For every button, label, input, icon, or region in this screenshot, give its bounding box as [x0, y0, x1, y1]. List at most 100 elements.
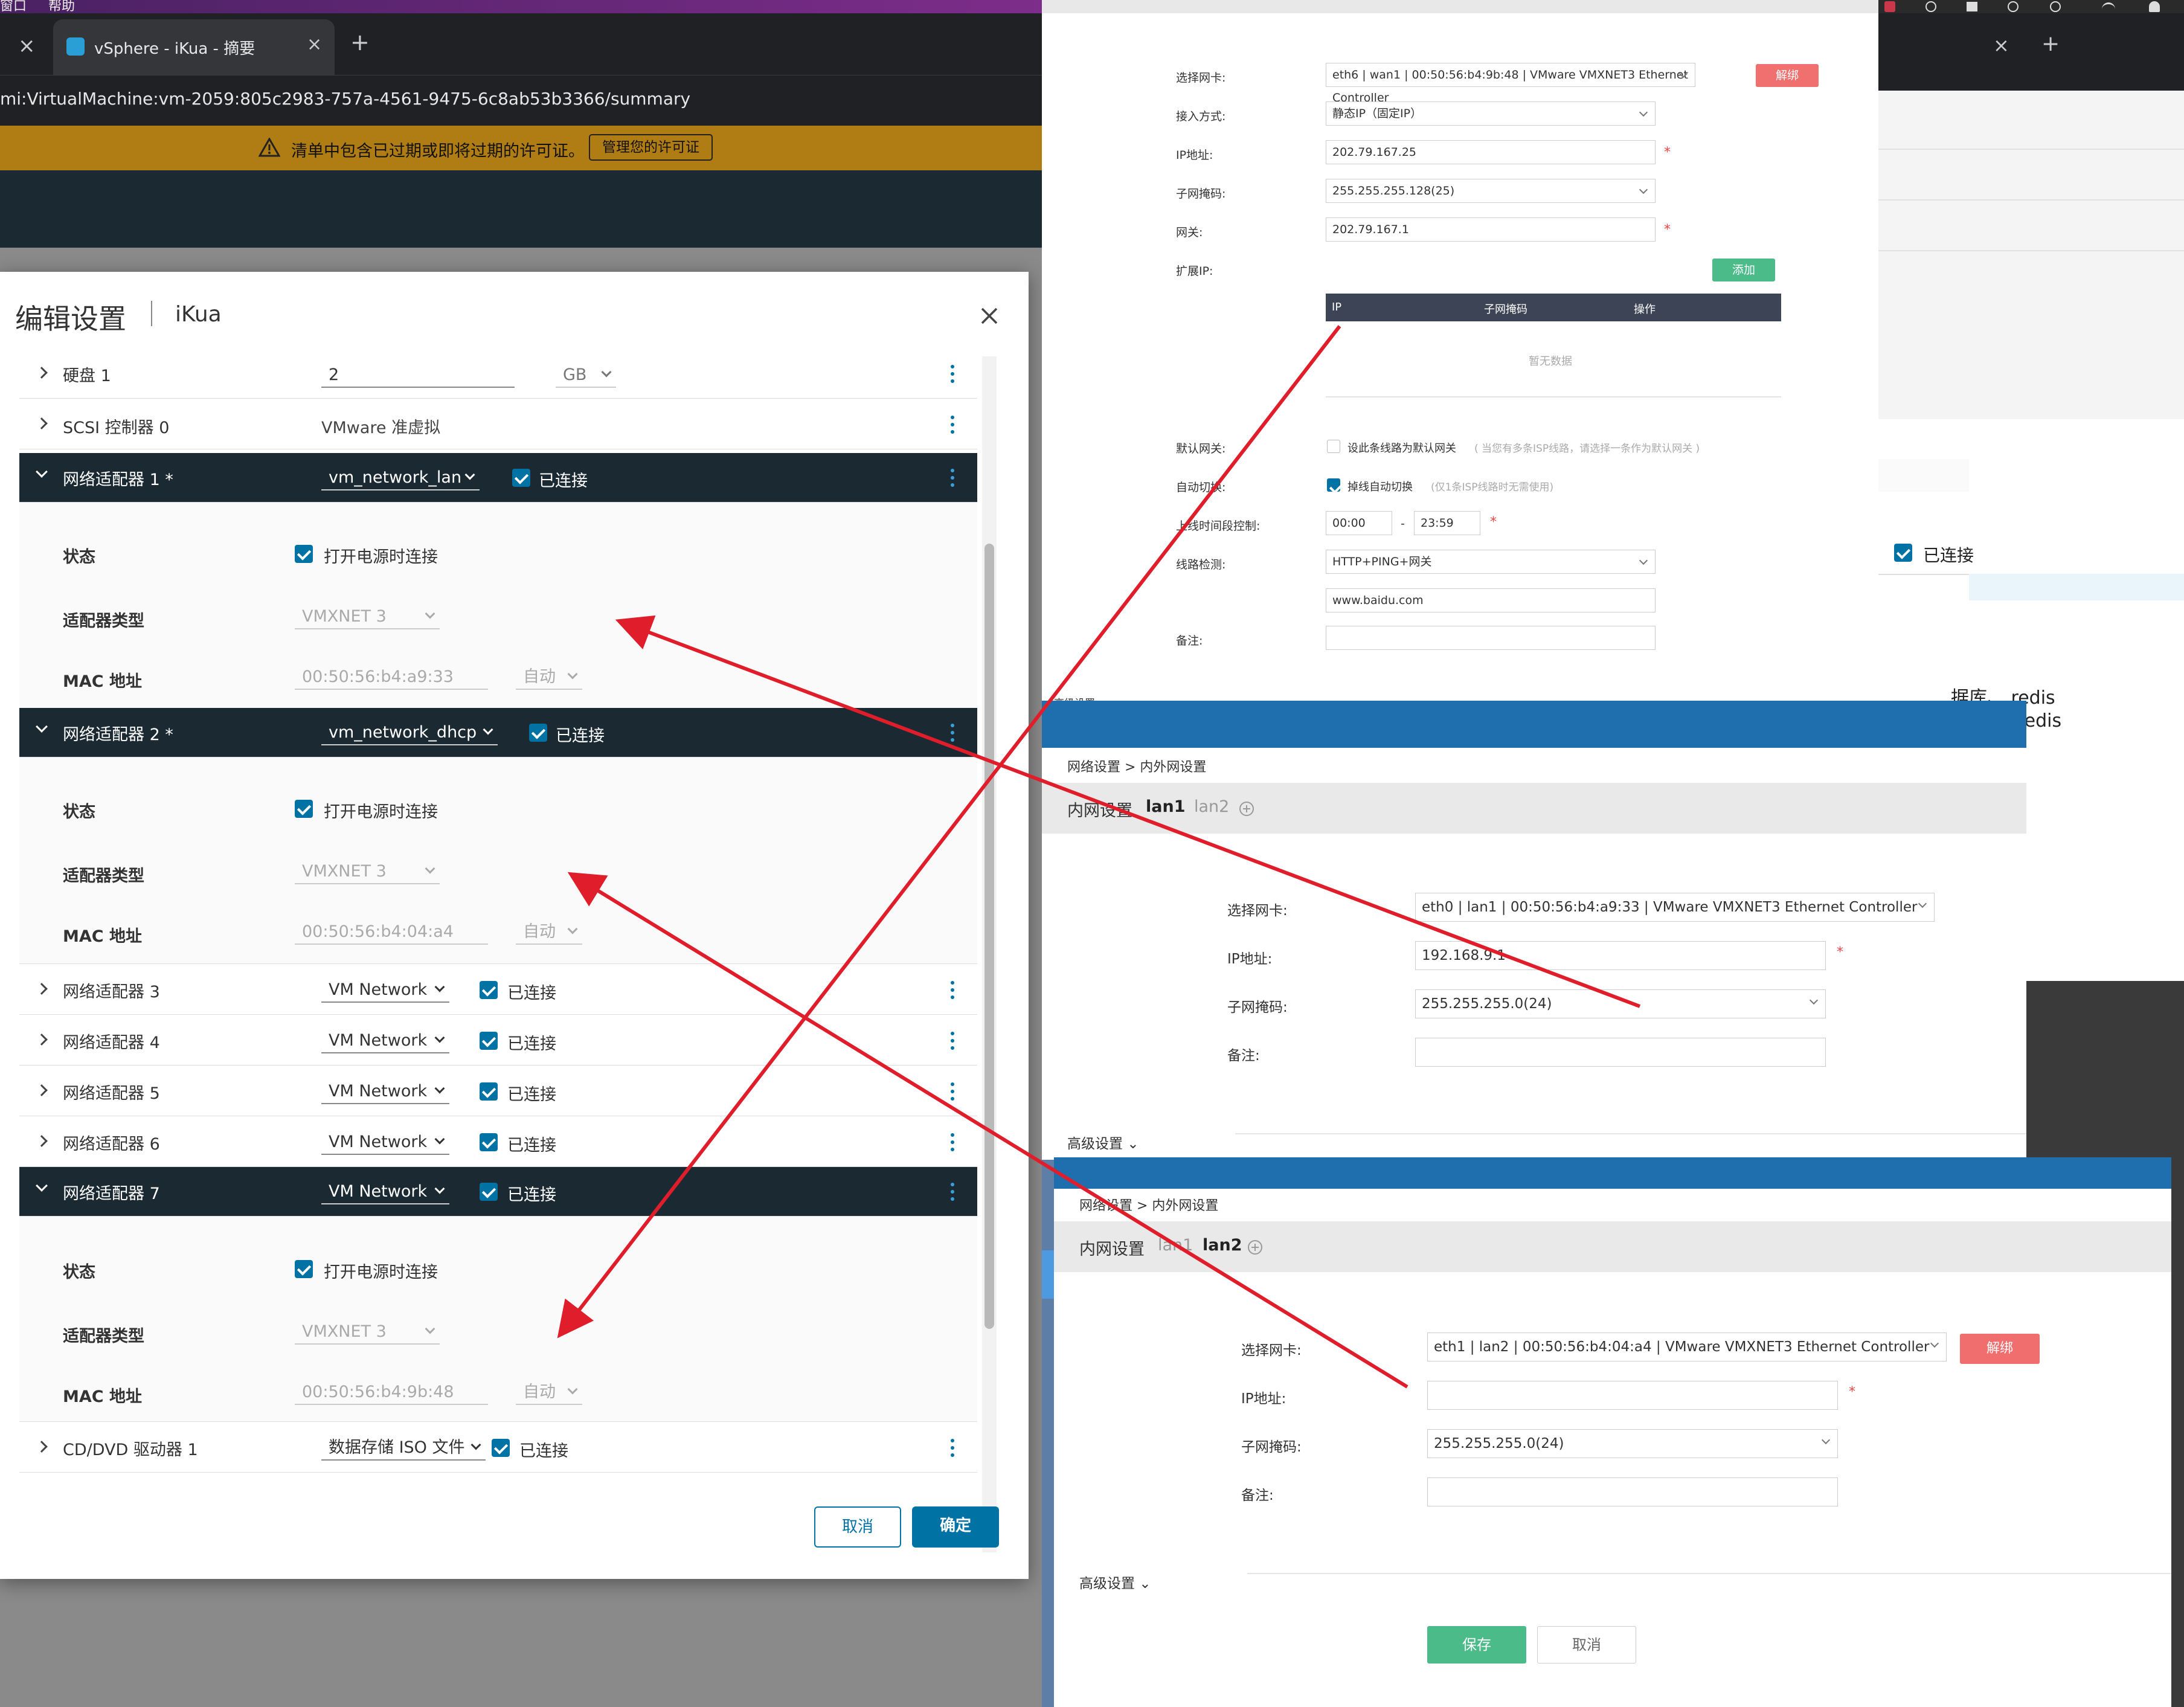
- wan-mode-select[interactable]: 静态IP（固定IP）: [1326, 101, 1656, 126]
- expand-chevron-icon[interactable]: [36, 983, 48, 995]
- tab-lan1[interactable]: lan1: [1158, 1236, 1193, 1255]
- cancel-button[interactable]: 取消: [1537, 1626, 1636, 1664]
- play-tray-icon[interactable]: [2008, 1, 2019, 12]
- lan1-ip-input[interactable]: 192.168.9.1: [1415, 941, 1826, 970]
- more-options-icon[interactable]: [951, 1439, 954, 1457]
- mac-mode-select[interactable]: 自动: [516, 1381, 582, 1405]
- close-tab-icon[interactable]: ×: [307, 34, 322, 55]
- tab-lan1[interactable]: lan1: [1146, 797, 1185, 816]
- lan2-advanced-toggle[interactable]: 高级设置 ⌄: [1079, 1572, 1151, 1592]
- auto-switch-checkbox[interactable]: [1327, 478, 1340, 492]
- cancel-button[interactable]: 取消: [814, 1506, 901, 1548]
- expand-chevron-icon[interactable]: [36, 1441, 48, 1453]
- scrollbar-thumb[interactable]: [984, 544, 994, 1329]
- network-select[interactable]: vm_network_dhcp: [321, 721, 498, 745]
- add-lan-icon[interactable]: [1247, 1239, 1263, 1255]
- app-tray-icon[interactable]: [1925, 1, 1936, 12]
- connected-checkbox[interactable]: [1894, 544, 1912, 562]
- more-options-icon[interactable]: [951, 416, 954, 434]
- disk-unit-select[interactable]: GB: [556, 364, 616, 388]
- power-on-connect-checkbox[interactable]: [295, 1260, 313, 1278]
- ok-button[interactable]: 确定: [912, 1506, 999, 1548]
- adapter-type-select[interactable]: VMXNET 3: [295, 1320, 440, 1345]
- lan2-note-input[interactable]: [1427, 1477, 1838, 1506]
- connected-checkbox[interactable]: [480, 1133, 498, 1151]
- new-tab-button[interactable]: +: [2041, 31, 2060, 56]
- lan1-mask-select[interactable]: 255.255.255.0(24): [1415, 989, 1826, 1018]
- lan2-mask-select[interactable]: 255.255.255.0(24): [1427, 1429, 1838, 1458]
- browser-tab-active[interactable]: vSphere - iKua - 摘要 ×: [53, 19, 335, 76]
- network-select[interactable]: VM Network: [321, 1029, 449, 1053]
- more-options-icon[interactable]: [951, 724, 954, 742]
- scrollbar-track[interactable]: [982, 356, 997, 1552]
- cd-source-select[interactable]: 数据存储 ISO 文件: [321, 1436, 486, 1461]
- close-tab-icon[interactable]: ×: [1993, 34, 2009, 57]
- lan1-nic-select[interactable]: eth0 | lan1 | 00:50:56:b4:a9:33 | VMware…: [1415, 893, 1935, 922]
- wan-nic-select[interactable]: eth6 | wan1 | 00:50:56:b4:9b:48 | VMware…: [1326, 63, 1695, 104]
- close-icon[interactable]: [980, 307, 998, 325]
- lan1-advanced-toggle[interactable]: 高级设置 ⌄: [1067, 1132, 1139, 1152]
- menu-window[interactable]: 窗口: [0, 0, 27, 13]
- connected-checkbox[interactable]: [529, 724, 547, 742]
- expand-chevron-icon[interactable]: [36, 1135, 48, 1147]
- adapter-type-select[interactable]: VMXNET 3: [295, 605, 440, 629]
- time-from-input[interactable]: 00:00: [1326, 511, 1392, 535]
- add-lan-icon[interactable]: [1239, 801, 1254, 817]
- url-text[interactable]: mi:VirtualMachine:vm-2059:805c2983-757a-…: [0, 89, 690, 109]
- input-method-icon[interactable]: [2050, 1, 2061, 12]
- wan-unbind-button[interactable]: 解绑: [1756, 64, 1819, 87]
- network-select[interactable]: VM Network: [321, 979, 449, 1003]
- close-tab-icon[interactable]: ×: [18, 34, 36, 58]
- tab-lan2[interactable]: lan2: [1194, 797, 1229, 816]
- connected-checkbox[interactable]: [492, 1439, 510, 1457]
- power-on-connect-checkbox[interactable]: [295, 800, 313, 818]
- network-select[interactable]: VM Network: [321, 1180, 449, 1204]
- address-bar[interactable]: mi:VirtualMachine:vm-2059:805c2983-757a-…: [0, 75, 1042, 126]
- mac-address-input[interactable]: 00:50:56:b4:9b:48: [295, 1381, 488, 1405]
- mac-address-input[interactable]: 00:50:56:b4:a9:33: [295, 666, 488, 690]
- more-options-icon[interactable]: [951, 1082, 954, 1101]
- network-select[interactable]: vm_network_lan: [321, 466, 480, 490]
- tab-lan2[interactable]: lan2: [1203, 1236, 1242, 1255]
- collapse-chevron-icon[interactable]: [36, 466, 48, 478]
- app-tray-icon[interactable]: [1884, 1, 1895, 12]
- expand-chevron-icon[interactable]: [36, 367, 48, 379]
- connected-checkbox[interactable]: [480, 1082, 498, 1101]
- lan2-ip-input[interactable]: [1427, 1381, 1838, 1410]
- connected-checkbox[interactable]: [480, 1032, 498, 1050]
- grid-tray-icon[interactable]: [1967, 2, 1977, 11]
- lan2-unbind-button[interactable]: 解绑: [1960, 1334, 2040, 1364]
- add-ext-ip-button[interactable]: 添加: [1712, 259, 1775, 281]
- lan2-nic-select[interactable]: eth1 | lan2 | 00:50:56:b4:04:a4 | VMware…: [1427, 1332, 1947, 1361]
- connected-checkbox[interactable]: [480, 1183, 498, 1201]
- menu-help[interactable]: 帮助: [48, 0, 75, 13]
- notification-icon[interactable]: [2149, 1, 2160, 12]
- more-options-icon[interactable]: [951, 1183, 954, 1201]
- power-on-connect-checkbox[interactable]: [295, 545, 313, 563]
- mac-mode-select[interactable]: 自动: [516, 921, 582, 945]
- new-tab-button[interactable]: +: [350, 29, 370, 56]
- expand-chevron-icon[interactable]: [36, 417, 48, 429]
- line-detect-select[interactable]: HTTP+PING+网关: [1326, 550, 1656, 574]
- default-gw-checkbox[interactable]: [1327, 440, 1340, 453]
- manage-license-button[interactable]: 管理您的许可证: [589, 134, 713, 161]
- wan-gateway-input[interactable]: 202.79.167.1: [1326, 217, 1656, 242]
- wan-mask-select[interactable]: 255.255.255.128(25): [1326, 179, 1656, 203]
- disk-size-input[interactable]: 2: [321, 364, 515, 388]
- more-options-icon[interactable]: [951, 981, 954, 999]
- more-options-icon[interactable]: [951, 365, 954, 383]
- collapse-chevron-icon[interactable]: [36, 721, 48, 733]
- wan-ip-input[interactable]: 202.79.167.25: [1326, 140, 1656, 164]
- lan1-note-input[interactable]: [1415, 1038, 1826, 1067]
- save-button[interactable]: 保存: [1427, 1626, 1526, 1664]
- detect-host-input[interactable]: www.baidu.com: [1326, 588, 1656, 612]
- wan-note-input[interactable]: [1326, 626, 1656, 650]
- more-options-icon[interactable]: [951, 469, 954, 487]
- mac-address-input[interactable]: 00:50:56:b4:04:a4: [295, 921, 488, 945]
- connected-checkbox[interactable]: [480, 981, 498, 999]
- network-select[interactable]: VM Network: [321, 1080, 449, 1104]
- expand-chevron-icon[interactable]: [36, 1084, 48, 1096]
- adapter-type-select[interactable]: VMXNET 3: [295, 860, 440, 884]
- mac-mode-select[interactable]: 自动: [516, 666, 582, 690]
- network-select[interactable]: VM Network: [321, 1131, 449, 1155]
